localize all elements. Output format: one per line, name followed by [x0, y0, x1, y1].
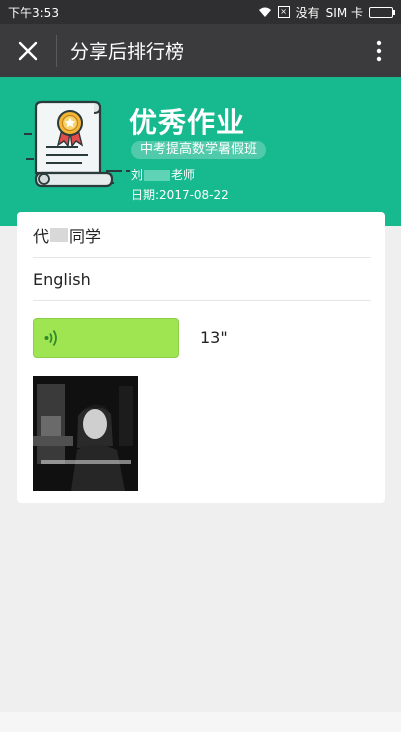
wifi-icon: [258, 7, 271, 17]
teacher-name: 刘 老师: [131, 166, 195, 183]
title-bar: 分享后排行榜: [0, 24, 401, 77]
homework-header: 优秀作业 中考提高数学暑假班 刘 老师 日期:2017-08-22: [0, 77, 401, 226]
student-name-redaction: [50, 227, 69, 242]
photo-thumbnail: [33, 376, 138, 491]
subject-label: English: [33, 269, 91, 289]
sim-label: SIM 卡: [325, 5, 363, 20]
battery-icon: [369, 6, 395, 18]
more-button[interactable]: [357, 24, 401, 77]
more-vertical-icon: [376, 40, 382, 61]
status-time: 下午3:53: [8, 5, 59, 20]
teacher-title: 老师: [171, 168, 196, 182]
no-service-label: 没有: [295, 5, 320, 20]
student-surname: 代: [33, 226, 50, 246]
homework-photo[interactable]: [33, 376, 138, 491]
close-icon: [18, 41, 38, 60]
certificate-icon: [24, 100, 130, 188]
voice-wave-icon: [44, 330, 57, 346]
teacher-name-redaction: [144, 170, 171, 181]
status-icons: × 没有 SIM 卡: [258, 4, 401, 21]
student-title: 同学: [69, 226, 102, 246]
status-bar: 下午3:53 × 没有 SIM 卡: [0, 0, 401, 24]
voice-duration: 13": [200, 328, 228, 347]
bottom-strip: [0, 712, 401, 732]
homework-card: 代同学 English 13": [17, 212, 385, 503]
student-row: 代同学: [33, 212, 371, 258]
subject-row: English: [33, 258, 371, 301]
class-name-badge: 中考提高数学暑假班: [131, 141, 267, 159]
page-title: 分享后排行榜: [70, 41, 185, 63]
homework-date: 日期:2017-08-22: [131, 188, 229, 202]
close-button[interactable]: [0, 24, 56, 77]
no-sim-icon: ×: [277, 6, 290, 18]
teacher-surname: 刘: [131, 168, 144, 182]
voice-message-button[interactable]: [33, 318, 179, 358]
excellent-homework-title: 优秀作业: [129, 106, 246, 139]
